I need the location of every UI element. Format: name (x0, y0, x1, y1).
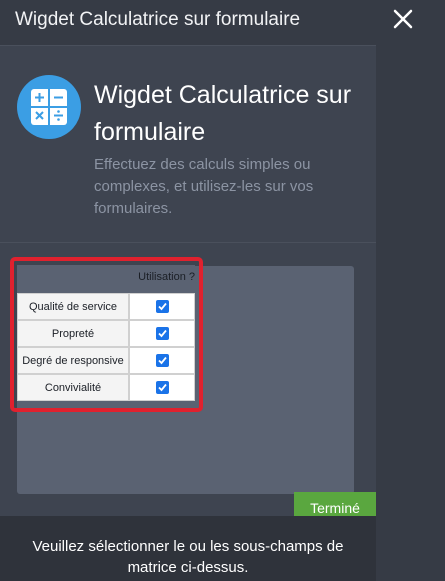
close-icon (393, 9, 413, 29)
calculator-icon (17, 75, 81, 139)
section-divider (0, 242, 376, 243)
instruction-tooltip: Veuillez sélectionner le ou les sous-cha… (0, 516, 376, 581)
widget-title: Wigdet Calculatrice sur formulaire (94, 81, 352, 146)
close-button[interactable] (390, 6, 416, 32)
matrix-selection-highlight (10, 257, 203, 412)
right-background (376, 0, 445, 581)
panel-header: Wigdet Calculatrice sur formulaire (0, 0, 376, 46)
widget-description: Effectuez des calculs simples ou complex… (94, 156, 314, 217)
panel-header-title: Wigdet Calculatrice sur formulaire (15, 9, 301, 30)
